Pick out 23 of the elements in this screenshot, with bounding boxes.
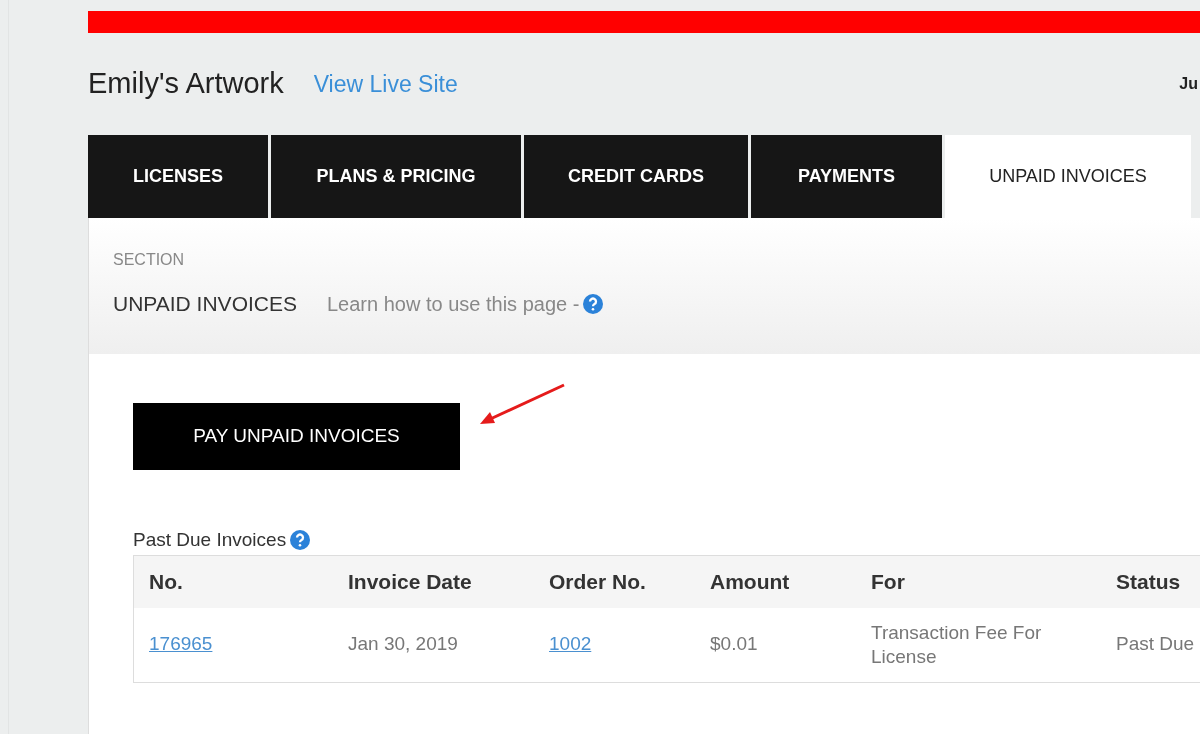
column-header: For (870, 568, 906, 595)
column-header: Order No. (548, 568, 647, 595)
pay-unpaid-invoices-button[interactable]: PAY UNPAID INVOICES (133, 403, 460, 470)
column-header: Amount (709, 568, 791, 595)
site-title: Emily's Artwork (88, 66, 284, 102)
table-cell-text: Past Due (1116, 632, 1195, 657)
table-cell-text: Jan 30, 2019 (348, 632, 458, 657)
tab[interactable]: PLANS & PRICING (271, 135, 521, 218)
section-title: UNPAID INVOICES (113, 291, 297, 317)
section-label: SECTION (113, 250, 186, 270)
help-icon[interactable] (290, 530, 311, 551)
table-cell-text: Transaction Fee For License (871, 620, 1043, 669)
tab[interactable]: CREDIT CARDS (524, 135, 748, 218)
tab[interactable]: PAYMENTS (751, 135, 942, 218)
tab[interactable]: LICENSES (88, 135, 268, 218)
tab[interactable]: UNPAID INVOICES (945, 135, 1191, 218)
table-title: Past Due Invoices (133, 528, 287, 552)
column-header: Invoice Date (347, 568, 473, 595)
column-header: No. (148, 568, 184, 595)
help-icon[interactable] (583, 293, 604, 314)
user-name: Ju (1179, 74, 1198, 94)
column-header: Status (1115, 568, 1182, 595)
table-cell-text: $0.01 (710, 632, 758, 657)
